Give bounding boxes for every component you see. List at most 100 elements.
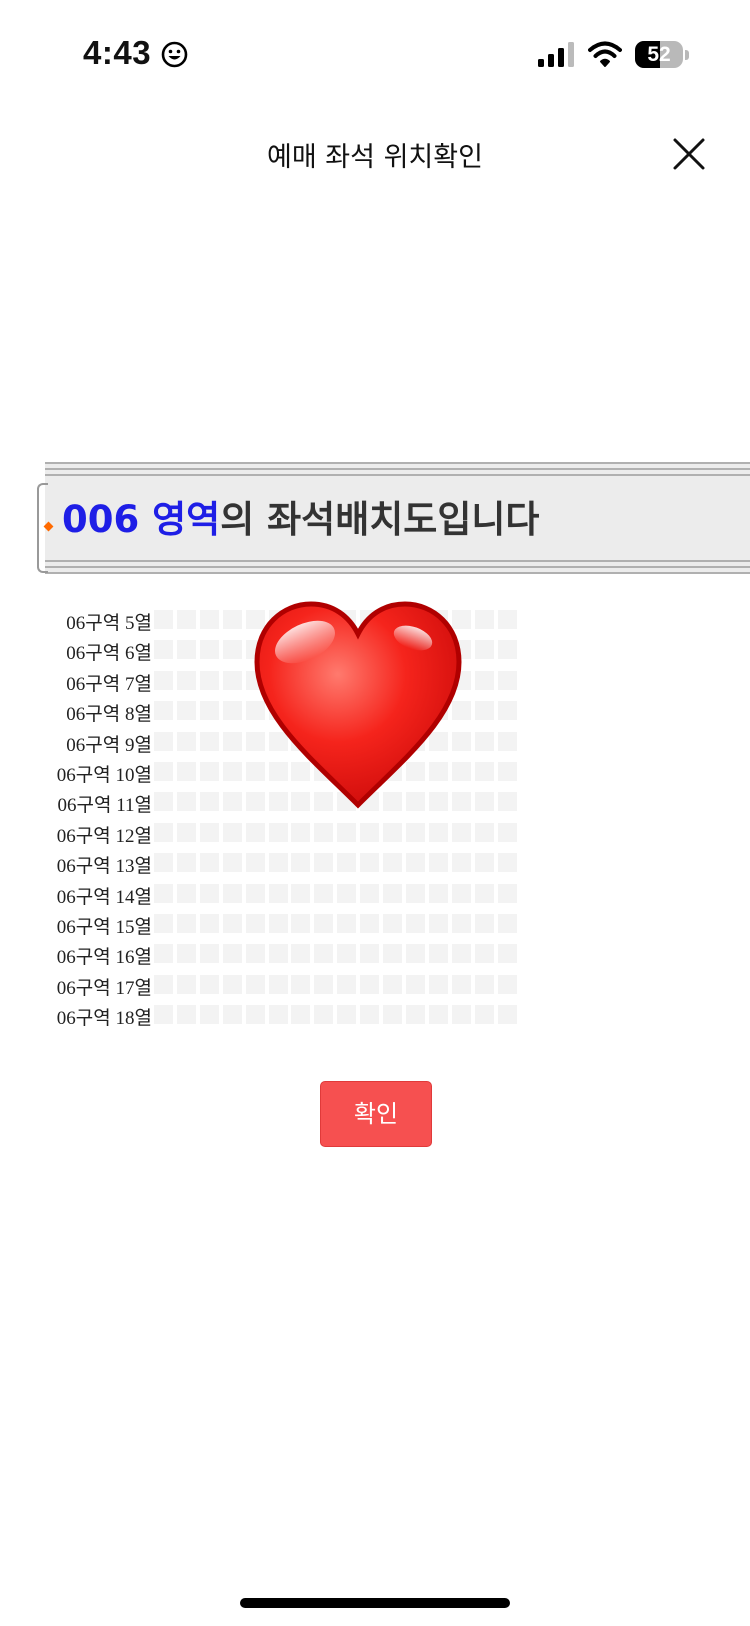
seat[interactable] — [428, 853, 448, 873]
seat[interactable] — [474, 1005, 494, 1025]
seat[interactable] — [405, 853, 425, 873]
seat[interactable] — [154, 731, 173, 751]
seat[interactable] — [428, 883, 448, 903]
seat[interactable] — [405, 914, 425, 933]
seat[interactable] — [428, 914, 448, 933]
seat[interactable] — [176, 853, 196, 873]
seat[interactable] — [474, 914, 494, 933]
seat[interactable] — [314, 1005, 334, 1025]
seat[interactable] — [497, 883, 517, 903]
seat[interactable] — [360, 914, 380, 933]
seat[interactable] — [199, 610, 219, 629]
seat[interactable] — [154, 822, 173, 842]
seat[interactable] — [497, 731, 517, 751]
seat[interactable] — [176, 883, 196, 903]
seat[interactable] — [497, 792, 517, 812]
seat[interactable] — [383, 914, 402, 933]
seat[interactable] — [383, 822, 402, 842]
seat[interactable] — [222, 1005, 242, 1025]
close-icon[interactable] — [673, 138, 705, 170]
seat[interactable] — [451, 853, 471, 873]
seat[interactable] — [154, 670, 173, 690]
seat[interactable] — [199, 1005, 219, 1025]
seat[interactable] — [314, 974, 334, 994]
seat[interactable] — [497, 914, 517, 933]
seat[interactable] — [176, 822, 196, 842]
seat[interactable] — [360, 1005, 380, 1025]
seat[interactable] — [154, 640, 173, 660]
seat[interactable] — [291, 883, 311, 903]
seat[interactable] — [451, 914, 471, 933]
seat[interactable] — [451, 974, 471, 994]
seat[interactable] — [176, 1005, 196, 1025]
seat[interactable] — [383, 883, 402, 903]
seat[interactable] — [474, 974, 494, 994]
seat[interactable] — [154, 914, 173, 933]
seat[interactable] — [176, 670, 196, 690]
seat[interactable] — [222, 974, 242, 994]
seat[interactable] — [497, 822, 517, 842]
seat[interactable] — [245, 914, 265, 933]
seat[interactable] — [222, 944, 242, 964]
seat[interactable] — [245, 853, 265, 873]
seat[interactable] — [497, 670, 517, 690]
seat[interactable] — [222, 610, 242, 629]
seat[interactable] — [176, 974, 196, 994]
seat[interactable] — [360, 974, 380, 994]
seat[interactable] — [199, 822, 219, 842]
seat[interactable] — [291, 944, 311, 964]
seat[interactable] — [154, 944, 173, 964]
seat[interactable] — [268, 914, 288, 933]
seat[interactable] — [245, 944, 265, 964]
seat[interactable] — [428, 822, 448, 842]
seat[interactable] — [222, 731, 242, 751]
seat[interactable] — [383, 1005, 402, 1025]
home-indicator[interactable] — [240, 1598, 510, 1608]
seat[interactable] — [222, 914, 242, 933]
seat[interactable] — [474, 883, 494, 903]
seat[interactable] — [451, 1005, 471, 1025]
seat[interactable] — [199, 640, 219, 660]
seat[interactable] — [405, 974, 425, 994]
seat[interactable] — [314, 914, 334, 933]
seat[interactable] — [405, 944, 425, 964]
seat[interactable] — [222, 640, 242, 660]
seat[interactable] — [360, 853, 380, 873]
seat[interactable] — [199, 853, 219, 873]
seat[interactable] — [176, 914, 196, 933]
seat[interactable] — [291, 914, 311, 933]
seat[interactable] — [337, 883, 357, 903]
seat[interactable] — [428, 974, 448, 994]
seat[interactable] — [474, 701, 494, 721]
seat[interactable] — [497, 853, 517, 873]
seat[interactable] — [497, 944, 517, 964]
seat[interactable] — [405, 1005, 425, 1025]
seat[interactable] — [268, 853, 288, 873]
seat[interactable] — [314, 853, 334, 873]
seat[interactable] — [474, 762, 494, 781]
close-button[interactable] — [668, 133, 710, 175]
seat[interactable] — [154, 701, 173, 721]
seat[interactable] — [154, 883, 173, 903]
seat[interactable] — [245, 974, 265, 994]
seat[interactable] — [383, 944, 402, 964]
seat[interactable] — [451, 822, 471, 842]
seat[interactable] — [451, 883, 471, 903]
seat[interactable] — [360, 883, 380, 903]
seat[interactable] — [245, 1005, 265, 1025]
seat[interactable] — [154, 762, 173, 781]
seat[interactable] — [176, 762, 196, 781]
seat[interactable] — [337, 1005, 357, 1025]
seat[interactable] — [222, 883, 242, 903]
seat[interactable] — [199, 792, 219, 812]
seat[interactable] — [222, 853, 242, 873]
seat[interactable] — [154, 610, 173, 629]
seat[interactable] — [291, 822, 311, 842]
seat[interactable] — [199, 944, 219, 964]
seat[interactable] — [199, 731, 219, 751]
seat[interactable] — [199, 974, 219, 994]
seat[interactable] — [199, 762, 219, 781]
seat[interactable] — [337, 853, 357, 873]
seat[interactable] — [474, 731, 494, 751]
seat[interactable] — [154, 974, 173, 994]
